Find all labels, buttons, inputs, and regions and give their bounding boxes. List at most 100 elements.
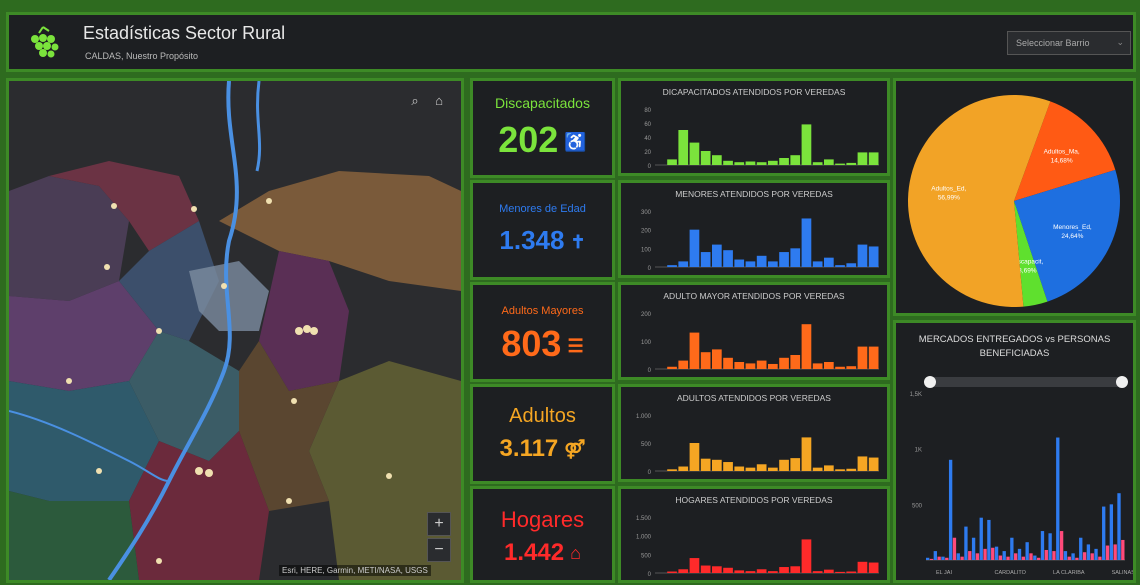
map-region <box>9 381 159 501</box>
y-tick-label: 1K <box>915 448 922 454</box>
pie-chart-panel: Adultos_Ma, 14,68% Menores_Ed, 24,64% Discap… <box>893 78 1136 316</box>
map-search-icon[interactable]: ⌕ <box>405 91 425 111</box>
bar <box>768 467 778 471</box>
bar <box>667 366 677 369</box>
bar <box>1017 548 1022 560</box>
kpi-number: 3.117 <box>499 435 559 462</box>
bar <box>846 366 857 369</box>
kpi-value: 803 ☰ <box>473 323 612 365</box>
bar <box>857 456 868 471</box>
adults-icon: ⚤ <box>564 439 586 460</box>
slice-percent-label: 3,69% <box>1018 267 1037 274</box>
x-tick-label: LA CLARIBA <box>1053 570 1085 576</box>
bar <box>779 357 789 369</box>
kpi-number: 202 <box>498 119 559 160</box>
bar <box>824 465 834 471</box>
bar <box>678 569 689 573</box>
map-home-icon[interactable]: ⌂ <box>429 91 449 111</box>
bar <box>756 569 767 573</box>
bar <box>868 152 879 165</box>
bar <box>975 553 980 560</box>
bar <box>700 151 711 165</box>
bar <box>868 457 879 471</box>
bar <box>846 162 857 165</box>
bar <box>1063 551 1068 560</box>
bar <box>700 458 711 471</box>
bar <box>846 263 857 267</box>
bar <box>812 261 823 267</box>
bar <box>779 567 789 573</box>
map-panel[interactable]: ⌕ ⌂ + − Esri, HERE, Garmin, METI/NASA, U… <box>6 78 464 583</box>
bar <box>678 466 689 471</box>
bar <box>1102 506 1106 560</box>
pie-chart: Adultos_Ma,14,68%Menores_Ed,24,64%Discap… <box>908 95 1120 307</box>
bar <box>779 459 789 471</box>
slice-percent-label: 14,68% <box>1051 158 1073 165</box>
chart-adultos: ADULTOS ATENDIDOS POR VEREDAS 1.000 500 0 <box>618 384 890 482</box>
kpi-number: 803 <box>501 323 562 364</box>
bar <box>1040 531 1045 560</box>
bar <box>987 519 991 560</box>
y-tick-label: 100 <box>641 247 652 253</box>
bar <box>667 469 677 471</box>
y-tick-label: 60 <box>644 122 651 128</box>
bar <box>689 142 700 165</box>
zoom-in-button[interactable]: + <box>427 512 451 536</box>
bar <box>1048 533 1052 560</box>
y-tick-label: 1.500 <box>636 516 652 522</box>
y-tick-label: 1.000 <box>636 535 652 541</box>
bar <box>1079 537 1083 560</box>
bar <box>857 561 868 573</box>
bar <box>801 324 812 369</box>
bar <box>1059 531 1064 560</box>
bar <box>1014 553 1018 560</box>
bar-chart: 200 100 0 <box>641 312 879 374</box>
y-tick-label: 0 <box>648 470 652 476</box>
bar <box>745 161 756 165</box>
kpi-card-menores: Menores de Edad 1.348 ✝ <box>470 180 615 280</box>
bar <box>678 130 689 165</box>
y-tick-label: 500 <box>912 503 923 509</box>
bar <box>933 551 937 560</box>
range-slider-handle-right[interactable] <box>1116 376 1128 388</box>
chart-adulto-mayor: ADULTO MAYOR ATENDIDOS POR VEREDAS 200 10… <box>618 282 890 380</box>
slice-percent-label: 56,99% <box>938 194 960 201</box>
bar <box>790 566 801 573</box>
bar <box>689 558 700 573</box>
bar <box>678 261 689 267</box>
barrio-select[interactable]: Seleccionar Barrio ⌄ <box>1007 31 1131 55</box>
bar <box>723 250 733 267</box>
bar <box>983 548 987 560</box>
bar <box>678 360 689 369</box>
range-slider-track[interactable] <box>926 377 1126 387</box>
bar <box>824 362 834 369</box>
wheelchair-icon: ♿ <box>564 131 587 152</box>
bar <box>1094 548 1098 560</box>
bar <box>768 571 778 573</box>
zoom-out-button[interactable]: − <box>427 538 451 562</box>
bar <box>937 556 941 560</box>
bar <box>971 537 976 560</box>
y-tick-label: 500 <box>641 442 652 448</box>
bar <box>857 244 868 267</box>
bar <box>812 162 823 165</box>
app-subtitle: CALDAS, Nuestro Propósito <box>85 51 199 61</box>
range-slider-handle-left[interactable] <box>924 376 936 388</box>
kpi-label: Adultos <box>509 405 576 427</box>
bar <box>812 571 823 573</box>
bar <box>1098 556 1102 560</box>
bar <box>1002 551 1006 560</box>
bar <box>991 547 995 560</box>
bar <box>723 160 733 165</box>
home-icon: ⌂ <box>570 543 581 564</box>
bar <box>964 526 968 560</box>
bar <box>779 252 789 267</box>
bar <box>857 152 868 165</box>
bar <box>857 346 868 369</box>
bar <box>734 570 745 573</box>
bar <box>846 571 857 573</box>
bar <box>745 363 756 369</box>
bar <box>734 466 745 471</box>
map-canvas[interactable] <box>9 81 461 580</box>
bar <box>1121 539 1125 560</box>
